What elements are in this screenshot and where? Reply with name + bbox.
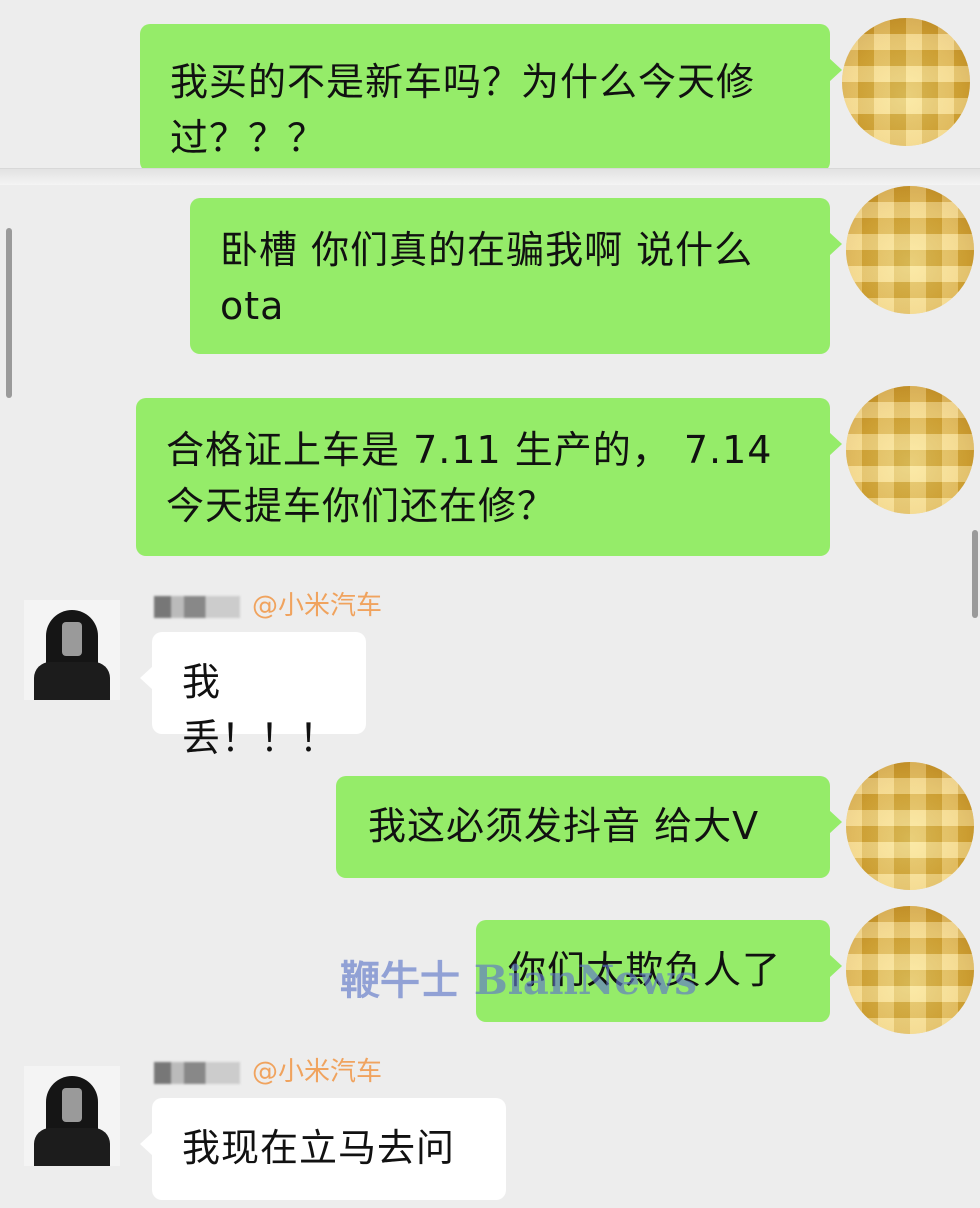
pixelated-avatar-pattern: [846, 762, 974, 890]
message-bubble-incoming[interactable]: 我丢！！！: [140, 632, 366, 760]
sender-tag: @小米汽车: [252, 591, 383, 621]
message-text: 我丢！！！: [182, 660, 339, 760]
message-text: 合格证上车是 7.11 生产的， 7.14 今天提车你们还在修？: [166, 428, 773, 528]
message-bubble-incoming[interactable]: 我现在立马去问: [140, 1098, 506, 1200]
message-text: 我买的不是新车吗？为什么今天修过？？？: [170, 60, 756, 160]
sender-name: @小米汽车: [154, 1056, 382, 1088]
agent-avatar[interactable]: [24, 600, 120, 700]
my-avatar[interactable]: [842, 18, 970, 146]
chat-screen: 我买的不是新车吗？为什么今天修过？？？ 卧槽 你们真的在骗我啊 说什么ota 合…: [0, 0, 980, 1208]
screenshot-seam-divider: [0, 168, 980, 185]
blurred-name: [154, 595, 240, 618]
message-text: 我这必须发抖音 给大V: [368, 804, 760, 848]
scrollbar[interactable]: [6, 228, 12, 398]
pixelated-avatar-pattern: [846, 906, 974, 1034]
pixelated-avatar-pattern: [842, 18, 970, 146]
pixelated-avatar-pattern: [846, 386, 974, 514]
avatar-face-blurred: [62, 1088, 82, 1122]
message-bubble-outgoing[interactable]: 卧槽 你们真的在骗我啊 说什么ota: [190, 198, 842, 354]
watermark: 鞭牛士 BianNews: [340, 957, 697, 1004]
my-avatar[interactable]: [846, 186, 974, 314]
message-text: 卧槽 你们真的在骗我啊 说什么ota: [220, 228, 754, 328]
my-avatar[interactable]: [846, 762, 974, 890]
avatar-face-blurred: [62, 622, 82, 656]
avatar-body: [34, 662, 110, 700]
agent-avatar[interactable]: [24, 1066, 120, 1166]
scrollbar[interactable]: [972, 530, 978, 618]
sender-name: @小米汽车: [154, 590, 382, 622]
my-avatar[interactable]: [846, 906, 974, 1034]
avatar-body: [34, 1128, 110, 1166]
my-avatar[interactable]: [846, 386, 974, 514]
blurred-name: [154, 1061, 240, 1084]
sender-tag: @小米汽车: [252, 1057, 383, 1087]
message-bubble-outgoing[interactable]: 我这必须发抖音 给大V: [336, 776, 842, 878]
pixelated-avatar-pattern: [846, 186, 974, 314]
message-bubble-outgoing[interactable]: 我买的不是新车吗？为什么今天修过？？？: [140, 24, 842, 172]
message-text: 我现在立马去问: [182, 1126, 456, 1170]
message-bubble-outgoing[interactable]: 合格证上车是 7.11 生产的， 7.14 今天提车你们还在修？: [136, 398, 842, 556]
